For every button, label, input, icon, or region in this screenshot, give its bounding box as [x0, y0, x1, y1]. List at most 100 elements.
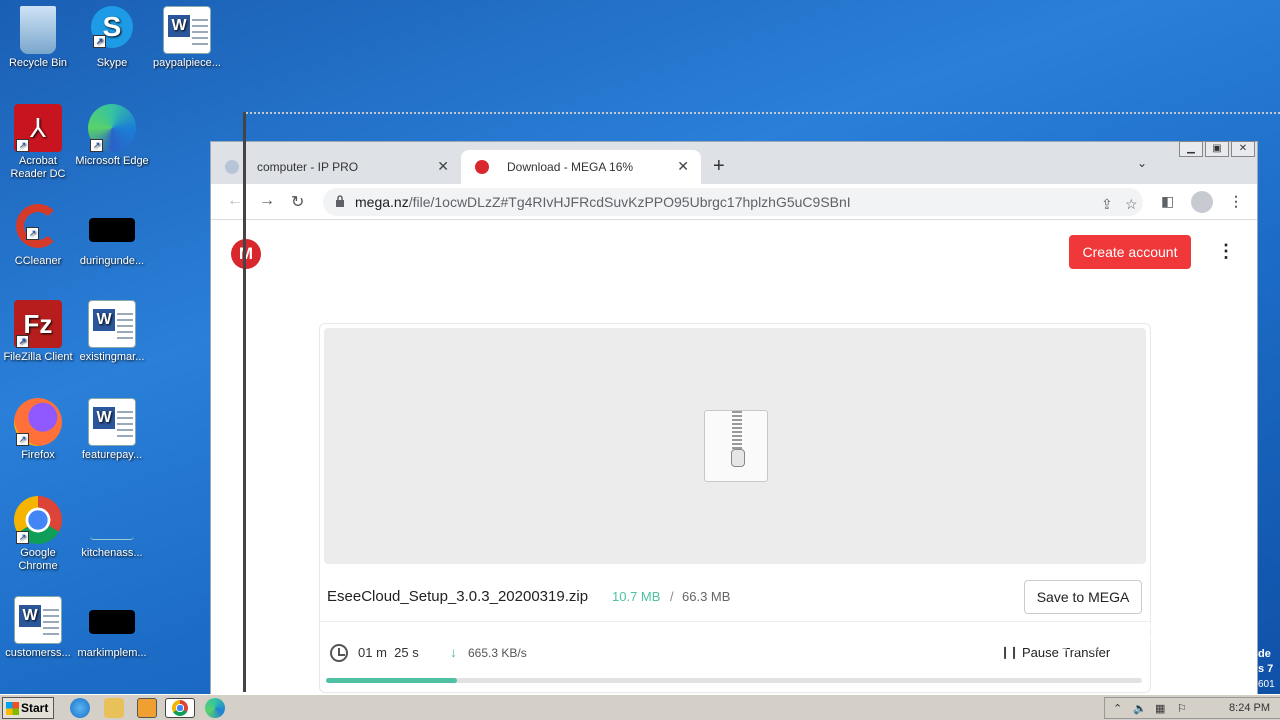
address-bar[interactable]: mega.nz/file/1ocwDLzZ#Tg4RIvHJFRcdSuvKzP… — [323, 188, 1143, 216]
tab-title: computer - IP PRO — [257, 160, 359, 174]
shortcut-arrow-icon: ↗ — [16, 433, 29, 446]
shortcut-arrow-icon: ↗ — [16, 531, 29, 544]
total-size: 66.3 MB — [682, 589, 731, 604]
anyrun-watermark: ANY.RUN — [1040, 616, 1232, 660]
desktop-icon-paypalpiece[interactable]: paypalpiece... — [148, 6, 226, 70]
desktop-icon-filezilla[interactable]: Fz ↗ FileZilla Client — [0, 300, 76, 364]
save-to-mega-button[interactable]: Save to MEGA — [1024, 580, 1142, 614]
desktop-icon-ccleaner[interactable]: ↗ CCleaner — [0, 204, 76, 268]
network-icon[interactable]: ▦ — [1155, 702, 1165, 715]
chrome-taskbar-button[interactable] — [165, 698, 195, 718]
url-path: /file/1ocwDLzZ#Tg4RIvHJFRcdSuvKzPPO95Ubr… — [408, 194, 851, 210]
word-document-icon — [163, 6, 211, 54]
transfer-stats: 01 m 25 s ↓ 665.3 KB/s ❙❙ Pause Transfer — [320, 634, 1150, 674]
desktop-icon-skype[interactable]: S ↗ Skype — [74, 6, 150, 70]
shortcut-arrow-icon: ↗ — [90, 139, 103, 152]
person-icon — [225, 160, 239, 174]
desktop-icon-duringunde[interactable]: duringunde... — [74, 204, 150, 268]
desktop-icon-featurepay[interactable]: featurepay... — [74, 398, 150, 462]
word-document-icon — [88, 300, 136, 348]
back-arrow-icon[interactable]: ← — [227, 192, 243, 210]
word-document-icon — [88, 398, 136, 446]
file-name: EseeCloud_Setup_3.0.3_20200319.zip — [327, 588, 589, 605]
desktop-icon-existingmar[interactable]: existingmar... — [74, 300, 150, 364]
star-icon[interactable]: ☆ — [1125, 196, 1138, 213]
desktop-edge-text: de — [1258, 648, 1271, 660]
desktop-icon-acrobat[interactable]: ⅄ ↗ Acrobat Reader DC — [0, 104, 76, 181]
share-icon[interactable]: ⇪ — [1101, 196, 1113, 213]
minimize-button[interactable]: ▁ — [1179, 141, 1203, 157]
desktop-icon-chrome[interactable]: ↗ Google Chrome — [0, 496, 76, 573]
explorer-icon[interactable] — [104, 698, 124, 718]
start-button[interactable]: Start — [2, 697, 54, 719]
tab-strip: computer - IP PRO ✕ Download - MEGA 16% … — [211, 141, 1257, 184]
desktop-icon-kitchenass[interactable]: kitchenass... — [74, 496, 150, 560]
chrome-icon: ↗ — [14, 496, 62, 544]
file-preview — [324, 328, 1146, 564]
shortcut-arrow-icon: ↗ — [93, 35, 106, 48]
create-account-button[interactable]: Create account — [1069, 235, 1191, 269]
firefox-icon: ↗ — [14, 398, 62, 446]
flag-icon[interactable]: ⚐ — [1177, 702, 1187, 715]
zip-file-icon — [704, 410, 768, 482]
blank-file-icon — [90, 496, 134, 540]
taskbar: Start ⌃ 🔈 ▦ ⚐ 8:24 PM — [0, 694, 1280, 720]
downloaded-size: 10.7 MB — [612, 589, 661, 604]
maximize-button[interactable]: ▣ — [1205, 141, 1229, 157]
profile-avatar-icon[interactable] — [1191, 191, 1213, 213]
system-tray: ⌃ 🔈 ▦ ⚐ 8:24 PM — [1104, 697, 1280, 719]
tab-mega-download[interactable]: Download - MEGA 16% ✕ — [461, 150, 701, 184]
url-host: mega.nz — [355, 194, 409, 210]
desktop-icon-recycle-bin[interactable]: Recycle Bin — [0, 6, 76, 70]
desktop-icon-markimplem[interactable]: markimplem... — [74, 596, 150, 660]
download-arrow-icon: ↓ — [450, 644, 457, 660]
desktop-icon-firefox[interactable]: ↗ Firefox — [0, 398, 76, 462]
download-card: EseeCloud_Setup_3.0.3_20200319.zip 10.7 … — [319, 323, 1151, 693]
close-icon[interactable]: ✕ — [437, 158, 449, 175]
start-label: Start — [21, 701, 49, 715]
desktop-icon-edge[interactable]: ↗ Microsoft Edge — [74, 104, 150, 168]
window-controls: ▁ ▣ ✕ — [1179, 141, 1255, 157]
pause-icon[interactable]: ❙❙ — [1000, 645, 1019, 659]
shortcut-arrow-icon: ↗ — [16, 139, 29, 152]
word-document-icon — [14, 596, 62, 644]
ie-icon[interactable] — [70, 698, 90, 718]
filezilla-icon: Fz ↗ — [14, 300, 62, 348]
tab-title: Download - MEGA 16% — [507, 160, 634, 174]
more-menu-icon[interactable]: ⋮ — [1217, 241, 1235, 262]
mega-favicon-icon — [475, 160, 489, 174]
selection-outline-left — [243, 112, 246, 692]
taskbar-clock[interactable]: 8:24 PM — [1229, 702, 1270, 714]
acrobat-icon: ⅄ ↗ — [14, 104, 62, 152]
close-icon[interactable]: ✕ — [677, 158, 689, 175]
side-panel-icon[interactable]: ◧ — [1161, 193, 1174, 210]
tab-ip-pro[interactable]: computer - IP PRO ✕ — [211, 150, 461, 184]
desktop-icon-customerss[interactable]: customerss... — [0, 596, 76, 660]
reload-icon[interactable]: ↻ — [291, 192, 304, 212]
lock-icon — [336, 195, 344, 207]
desktop-edge-text: s 7 — [1258, 663, 1274, 675]
recycle-bin-icon — [20, 6, 56, 54]
chrome-icon — [172, 700, 188, 716]
shortcut-arrow-icon: ↗ — [26, 227, 39, 240]
black-file-icon — [89, 610, 135, 634]
edge-icon: ↗ — [88, 104, 136, 152]
edge-taskbar-icon[interactable] — [205, 698, 225, 718]
mega-logo[interactable]: M — [231, 239, 261, 269]
chevron-up-icon[interactable]: ⌃ — [1113, 702, 1122, 715]
chevron-down-icon[interactable]: ⌄ — [1137, 156, 1147, 170]
file-info-row: EseeCloud_Setup_3.0.3_20200319.zip 10.7 … — [320, 570, 1150, 622]
close-window-button[interactable]: ✕ — [1231, 141, 1255, 157]
shortcut-arrow-icon: ↗ — [16, 335, 29, 348]
media-player-icon[interactable] — [137, 698, 157, 718]
time-remaining: 01 m 25 s — [358, 645, 419, 660]
volume-icon[interactable]: 🔈 — [1133, 702, 1147, 715]
browser-toolbar: ← → ↻ mega.nz/file/1ocwDLzZ#Tg4RIvHJFRcd… — [211, 184, 1257, 220]
new-tab-button[interactable]: + — [713, 155, 725, 178]
black-file-icon — [89, 218, 135, 242]
browser-window: computer - IP PRO ✕ Download - MEGA 16% … — [210, 141, 1258, 695]
ccleaner-icon: ↗ — [16, 204, 60, 248]
menu-dots-icon[interactable]: ⋮ — [1229, 193, 1243, 210]
forward-arrow-icon[interactable]: → — [259, 192, 275, 210]
skype-icon: S ↗ — [91, 6, 133, 48]
